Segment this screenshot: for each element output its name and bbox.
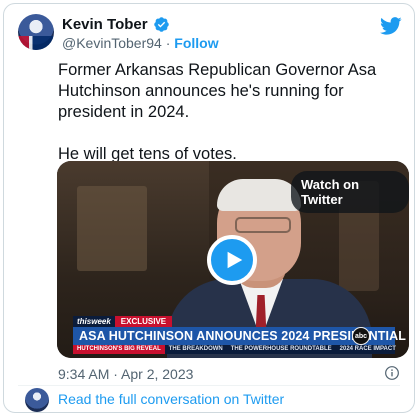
read-full-conversation-link[interactable]: Read the full conversation on Twitter: [58, 391, 284, 407]
news-chyron: thisweek EXCLUSIVE ASA HUTCHINSON ANNOUN…: [57, 316, 409, 358]
twitter-bird-icon[interactable]: [380, 15, 402, 37]
author-avatar[interactable]: [18, 14, 54, 50]
chyron-headline: ASA HUTCHINSON ANNOUNCES 2024 PRESIDENTI…: [73, 327, 409, 345]
verified-badge-icon: [153, 17, 169, 32]
watch-on-twitter-button[interactable]: Watch on Twitter: [291, 171, 409, 213]
author-handle[interactable]: @KevinTober94: [62, 35, 162, 51]
divider: [18, 385, 400, 386]
tweet-text: Former Arkansas Republican Governor Asa …: [58, 61, 377, 163]
author-name-row: Kevin Tober: [62, 16, 170, 33]
info-icon[interactable]: [384, 365, 400, 381]
author-name[interactable]: Kevin Tober: [62, 16, 148, 33]
handle-separator: ·: [165, 35, 171, 51]
play-icon: [227, 251, 243, 269]
author-handle-row: @KevinTober94 · Follow: [62, 35, 219, 51]
play-button[interactable]: [207, 235, 257, 285]
tweet-timestamp[interactable]: 9:34 AM · Apr 2, 2023: [58, 366, 193, 382]
strip-item: THE BREAKDOWN: [168, 346, 223, 352]
chyron-brand: thisweek: [73, 316, 115, 327]
strip-item: THE POWERHOUSE ROUNDTABLE: [230, 346, 332, 352]
video-player[interactable]: Watch on Twitter thisweek EXCLUSIVE ASA …: [57, 161, 409, 358]
network-logo: abc: [352, 327, 370, 345]
tweet-card: Kevin Tober @KevinTober94 · Follow Forme…: [3, 3, 415, 413]
chyron-tag: EXCLUSIVE: [114, 316, 173, 327]
footer-avatar: [25, 388, 49, 412]
strip-item: HUTCHINSON'S BIG REVEAL: [73, 345, 165, 354]
follow-button[interactable]: Follow: [174, 35, 218, 51]
strip-item: 2024 RACE IMPACT: [339, 346, 396, 352]
chyron-strip: HUTCHINSON'S BIG REVEAL THE BREAKDOWN TH…: [73, 345, 396, 354]
